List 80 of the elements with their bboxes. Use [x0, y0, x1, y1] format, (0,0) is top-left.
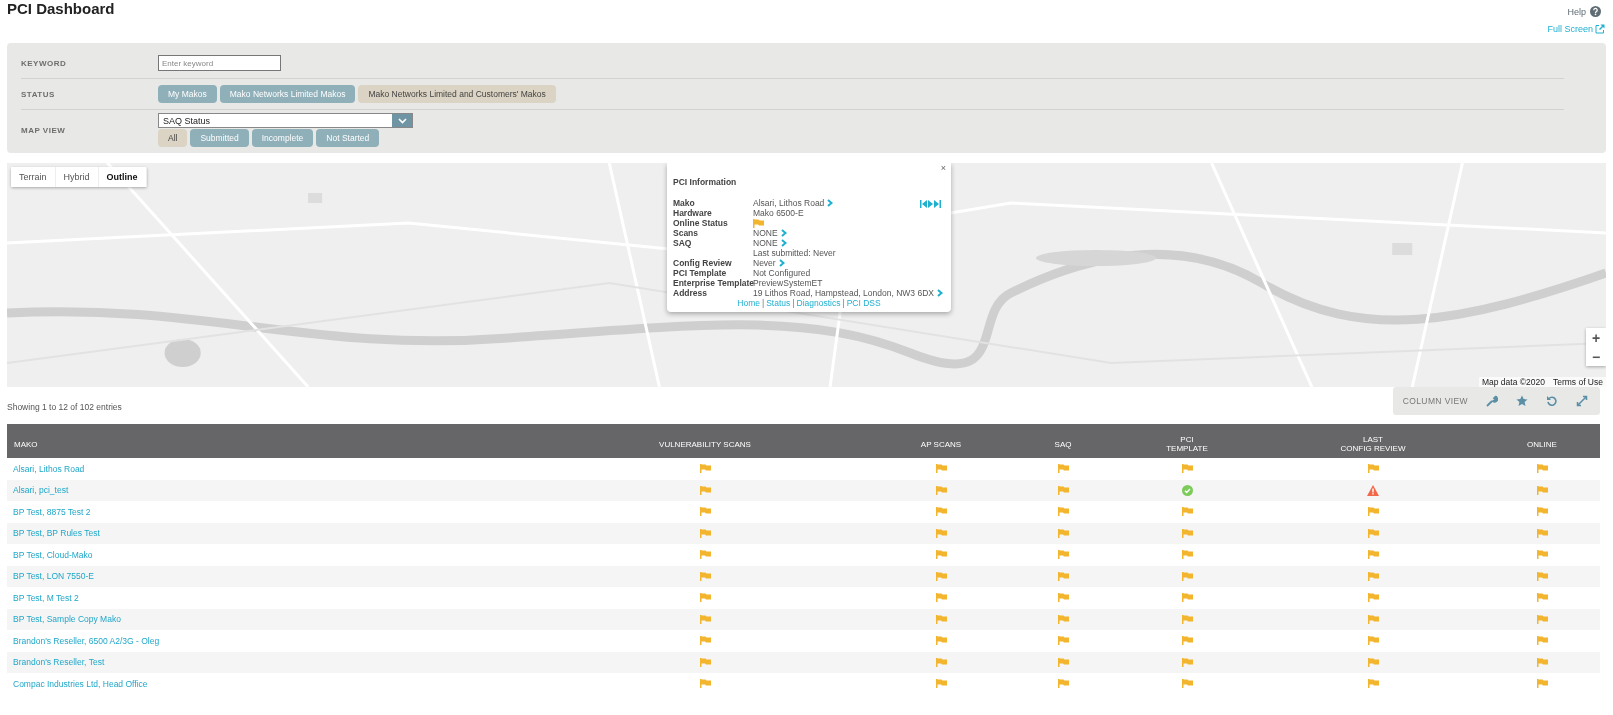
field-label: Online Status: [673, 218, 729, 228]
mako-link[interactable]: Compac Industries Ltd, Head Office: [13, 678, 148, 689]
column-header[interactable]: SAQ: [1003, 433, 1123, 449]
chevron-icon[interactable]: [827, 199, 834, 207]
field-value: Never: [753, 258, 776, 268]
filter-label: MAP VIEW: [21, 125, 67, 135]
field-label: Scans: [673, 228, 700, 238]
terms-link[interactable]: Terms of Use: [1552, 377, 1603, 387]
filter-label: KEYWORD: [21, 58, 68, 68]
toolbar-label: COLUMN VIEW: [1402, 396, 1468, 406]
column-header[interactable]: LAST CONFIG REVIEW: [1251, 429, 1495, 453]
popup-link[interactable]: Home: [737, 298, 760, 308]
map-view-dropdown[interactable]: SAQ Status: [158, 113, 413, 128]
field-value: Mako 6500-E: [753, 208, 804, 218]
status-filter-button[interactable]: My Makos: [158, 85, 217, 103]
status-filter-button[interactable]: Mako Networks Limited Makos: [219, 85, 356, 103]
field-label: Hardware: [673, 208, 713, 218]
popup-link[interactable]: Status: [766, 298, 791, 308]
expand-icon[interactable]: [1576, 395, 1588, 407]
entries-summary: Showing 1 to 12 of 102 entries: [7, 401, 122, 412]
mako-link[interactable]: BP Test, LON 7550-E: [13, 571, 94, 582]
zoom-in-button[interactable]: +: [1586, 328, 1606, 347]
help-link[interactable]: Help: [1567, 6, 1586, 17]
map-type-tab[interactable]: Outline: [98, 167, 147, 187]
page-title: PCI Dashboard: [7, 0, 115, 18]
mako-link[interactable]: Alsari, Lithos Road: [13, 463, 85, 474]
field-value: PreviewSystemET: [753, 278, 823, 288]
map-view-filter-button[interactable]: Not Started: [316, 129, 380, 147]
mako-link[interactable]: Brandon's Reseller, 6500 A2/3G - Oleg: [13, 635, 160, 646]
field-value: Last submitted: Never: [753, 248, 836, 258]
close-button[interactable]: ×: [938, 163, 948, 173]
help-icon[interactable]: [1590, 6, 1601, 17]
keyword-field[interactable]: Enter keyword: [158, 55, 281, 71]
column-header[interactable]: PCI TEMPLATE: [1123, 429, 1251, 453]
mako-link[interactable]: BP Test, M Test 2: [13, 592, 79, 603]
wrench-icon[interactable]: [1486, 395, 1498, 407]
field-value: Alsari, Lithos Road: [753, 198, 825, 208]
playback-controls-icon[interactable]: [920, 200, 941, 208]
mako-link[interactable]: BP Test, Cloud-Mako: [13, 549, 93, 560]
full-screen-link[interactable]: Full Screen: [1547, 24, 1593, 34]
field-label: Mako: [673, 198, 696, 208]
field-value: 19 Lithos Road, Hampstead, London, NW3 6DX: [753, 288, 934, 298]
zoom-out-button[interactable]: −: [1586, 347, 1606, 366]
field-value: Not Configured: [753, 268, 811, 278]
column-header[interactable]: AP SCANS: [879, 433, 1003, 449]
column-header[interactable]: MAKO: [7, 433, 531, 449]
map-view-filter-button[interactable]: Incomplete: [251, 129, 314, 147]
column-header[interactable]: VULNERABILITY SCANS: [531, 433, 879, 449]
mako-link[interactable]: BP Test, Sample Copy Mako: [13, 614, 121, 625]
link-separator: |: [792, 298, 795, 308]
mako-link[interactable]: Alsari, pci_test: [13, 485, 69, 496]
column-header[interactable]: ONLINE: [1495, 433, 1600, 449]
field-label: Config Review: [673, 258, 733, 268]
link-separator: |: [842, 298, 845, 308]
map-attribution: Map data ©2020: [1481, 377, 1545, 387]
map-view-filter-button[interactable]: Submitted: [190, 129, 249, 147]
field-label: Enterprise Template: [673, 278, 753, 288]
map-type-tab[interactable]: Hybrid: [55, 167, 99, 187]
field-label: SAQ: [673, 238, 693, 248]
popup-title: PCI Information: [673, 177, 738, 187]
map-type-tab[interactable]: Terrain: [11, 167, 56, 187]
field-value: NONE: [753, 238, 778, 248]
chevron-icon[interactable]: [778, 259, 785, 267]
field-value: NONE: [753, 228, 778, 238]
mako-link[interactable]: Brandon's Reseller, Test: [13, 657, 105, 668]
popup-link[interactable]: PCI DSS: [846, 298, 881, 308]
caret-icon: [397, 117, 407, 124]
star-icon[interactable]: [1516, 395, 1528, 407]
field-label: PCI Template: [673, 268, 728, 278]
reset-icon[interactable]: [1546, 395, 1558, 407]
field-label: Address: [673, 288, 708, 298]
mako-link[interactable]: BP Test, 8875 Test 2: [13, 506, 91, 517]
mako-link[interactable]: BP Test, BP Rules Test: [13, 528, 100, 539]
status-filter-button[interactable]: Mako Networks Limited and Customers' Makos: [358, 85, 556, 103]
map-view-filter-button[interactable]: All: [158, 129, 188, 147]
chevron-icon[interactable]: [936, 289, 943, 297]
external-link-icon[interactable]: [1595, 24, 1605, 34]
popup-link[interactable]: Diagnostics: [796, 298, 841, 308]
link-separator: |: [762, 298, 765, 308]
filter-label: STATUS: [21, 89, 56, 99]
